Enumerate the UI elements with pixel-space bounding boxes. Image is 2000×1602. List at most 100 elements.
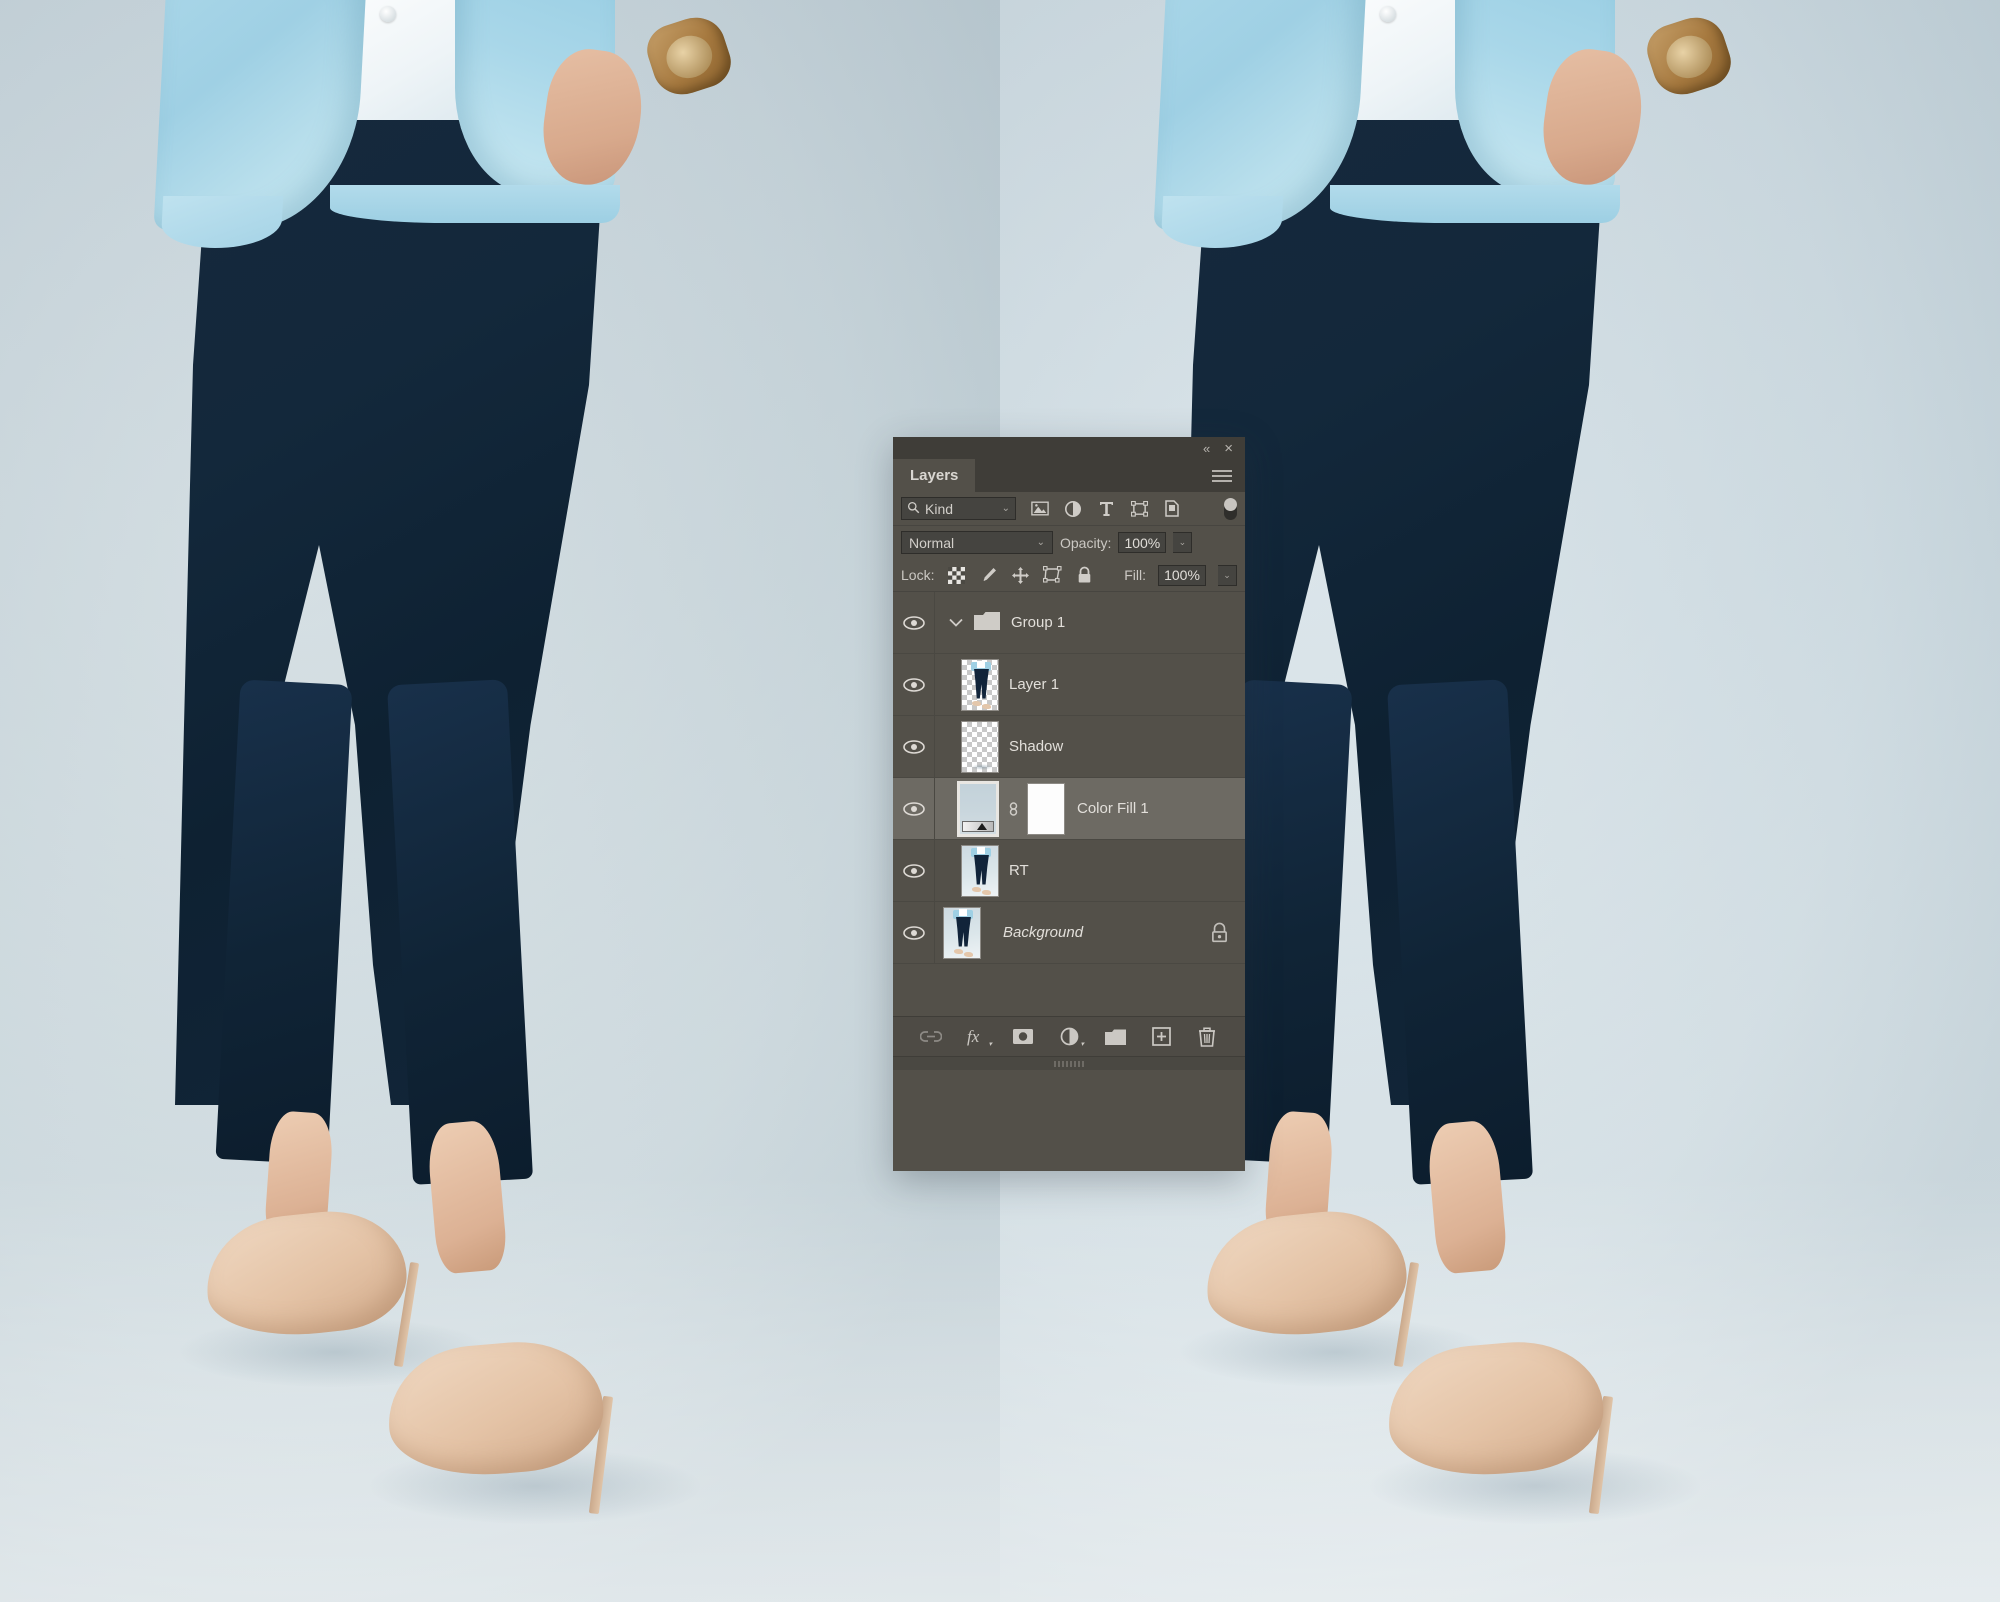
layers-panel-footer: fx ▾ ▾ bbox=[893, 1016, 1245, 1056]
table-row[interactable]: Background bbox=[893, 902, 1245, 964]
before-photo bbox=[0, 0, 1000, 1602]
table-row[interactable]: Group 1 bbox=[893, 592, 1245, 654]
panel-tabstrip: Layers bbox=[893, 459, 1245, 492]
layer-locked-icon[interactable] bbox=[1210, 922, 1229, 943]
lock-image-pixels-icon[interactable] bbox=[978, 565, 998, 585]
new-group-button[interactable] bbox=[1103, 1025, 1127, 1049]
filter-type-layers-icon[interactable] bbox=[1096, 499, 1116, 519]
layer-styles-button[interactable]: fx ▾ bbox=[965, 1025, 992, 1049]
filter-shape-layers-icon[interactable] bbox=[1129, 499, 1149, 519]
layer-row-body[interactable]: Layer 1 bbox=[935, 654, 1245, 715]
grip-line bbox=[1066, 1060, 1068, 1067]
add-layer-mask-button[interactable] bbox=[1011, 1025, 1035, 1049]
layer-row-body[interactable]: Group 1 bbox=[935, 592, 1245, 653]
table-row[interactable]: RT bbox=[893, 840, 1245, 902]
chevron-down-icon[interactable] bbox=[949, 615, 963, 630]
layers-panel: « × Layers Kind ⌄ Normal ⌄ Opacity: 100%… bbox=[893, 437, 1245, 1171]
thumb-tee bbox=[959, 908, 967, 916]
layer-visibility-toggle[interactable] bbox=[893, 592, 935, 653]
layer-row-body[interactable]: Shadow bbox=[935, 716, 1245, 777]
layer-name[interactable]: Group 1 bbox=[1011, 614, 1065, 631]
caret-down-icon: ▾ bbox=[1080, 1040, 1084, 1048]
fill-input[interactable]: 100% bbox=[1158, 564, 1206, 586]
opacity-stepper[interactable]: ⌄ bbox=[1173, 532, 1193, 553]
layer-name[interactable]: Shadow bbox=[1009, 738, 1063, 755]
fill-layer-thumbnail[interactable] bbox=[957, 780, 999, 837]
layer-row-body[interactable]: Color Fill 1 bbox=[935, 778, 1245, 839]
grip-line bbox=[1054, 1060, 1056, 1067]
thumb-pants bbox=[974, 668, 989, 699]
layer-name[interactable]: RT bbox=[1009, 862, 1029, 879]
gradient-bar bbox=[962, 820, 994, 832]
trouser-leg-left bbox=[215, 679, 353, 1165]
caret-down-icon: ▾ bbox=[988, 1040, 992, 1048]
filter-smart-object-icon[interactable] bbox=[1162, 499, 1182, 519]
filter-enable-toggle[interactable] bbox=[1224, 497, 1237, 520]
layer-visibility-toggle[interactable] bbox=[893, 902, 935, 963]
new-layer-button[interactable] bbox=[1149, 1025, 1173, 1049]
link-mask-icon[interactable] bbox=[1005, 799, 1021, 819]
layer-name[interactable]: Background bbox=[1003, 924, 1083, 941]
thumb-tee bbox=[977, 660, 985, 668]
fill-stepper[interactable]: ⌄ bbox=[1218, 564, 1237, 586]
opacity-input[interactable]: 100% bbox=[1118, 532, 1167, 553]
layer-visibility-toggle[interactable] bbox=[893, 840, 935, 901]
layer-thumbnail[interactable] bbox=[961, 844, 999, 897]
filter-pixel-layers-icon[interactable] bbox=[1030, 499, 1050, 519]
shirt-button bbox=[1380, 6, 1396, 22]
layer-list[interactable]: Group 1 Layer 1 Shadow Color Fill 1 RT B… bbox=[893, 592, 1245, 1016]
lock-position-icon[interactable] bbox=[1010, 565, 1030, 585]
close-panel-icon[interactable]: × bbox=[1224, 441, 1233, 456]
new-adjustment-layer-button[interactable]: ▾ bbox=[1057, 1025, 1084, 1049]
shirt-button bbox=[380, 6, 396, 22]
layer-name[interactable]: Layer 1 bbox=[1009, 676, 1059, 693]
thumb-tee bbox=[977, 846, 985, 854]
filter-kind-select[interactable]: Kind ⌄ bbox=[901, 497, 1016, 520]
hamburger-line bbox=[1212, 479, 1232, 482]
svg-text:fx: fx bbox=[967, 1027, 980, 1046]
hamburger-line bbox=[1212, 474, 1232, 477]
blend-mode-select[interactable]: Normal ⌄ bbox=[901, 531, 1053, 554]
filter-type-icons bbox=[1030, 499, 1182, 519]
chevron-down-icon: ⌄ bbox=[1001, 503, 1010, 514]
panel-menu-icon[interactable] bbox=[1199, 459, 1245, 492]
layer-visibility-toggle[interactable] bbox=[893, 654, 935, 715]
link-layers-button[interactable] bbox=[919, 1025, 943, 1049]
layer-row-body[interactable]: Background bbox=[935, 902, 1245, 963]
table-row[interactable]: Layer 1 bbox=[893, 654, 1245, 716]
layer-thumbnail[interactable] bbox=[943, 906, 981, 959]
tab-layers[interactable]: Layers bbox=[893, 459, 976, 492]
lock-transparent-pixels-icon[interactable] bbox=[946, 565, 966, 585]
layer-thumbnail[interactable] bbox=[961, 658, 999, 711]
grip-line bbox=[1078, 1060, 1080, 1067]
layer-visibility-toggle[interactable] bbox=[893, 778, 935, 839]
layer-thumbnail[interactable] bbox=[961, 720, 999, 773]
layer-row-body[interactable]: RT bbox=[935, 840, 1245, 901]
thumb-shoe bbox=[972, 700, 981, 706]
panel-resize-grip[interactable] bbox=[893, 1056, 1245, 1070]
grip-line bbox=[1058, 1060, 1060, 1067]
eye-icon bbox=[902, 801, 925, 816]
layer-mask-thumbnail[interactable] bbox=[1027, 782, 1065, 835]
layer-visibility-toggle[interactable] bbox=[893, 716, 935, 777]
grip-line bbox=[1062, 1060, 1064, 1067]
panel-titlebar: « × bbox=[893, 437, 1245, 459]
eye-icon bbox=[902, 925, 925, 940]
blend-mode-value: Normal bbox=[909, 534, 955, 551]
chevron-down-icon: ⌄ bbox=[1036, 537, 1045, 548]
thumb-shoe bbox=[964, 951, 973, 957]
table-row[interactable]: Color Fill 1 bbox=[893, 778, 1245, 840]
layer-name[interactable]: Color Fill 1 bbox=[1077, 800, 1149, 817]
table-row[interactable]: Shadow bbox=[893, 716, 1245, 778]
collapse-panel-icon[interactable]: « bbox=[1203, 442, 1210, 455]
lock-all-icon[interactable] bbox=[1074, 565, 1094, 585]
fill-label: Fill: bbox=[1124, 567, 1146, 583]
blend-opacity-bar: Normal ⌄ Opacity: 100% ⌄ bbox=[893, 526, 1245, 559]
grip-line bbox=[1070, 1060, 1072, 1067]
filter-adjustment-layers-icon[interactable] bbox=[1063, 499, 1083, 519]
lock-artboard-nesting-icon[interactable] bbox=[1042, 565, 1062, 585]
lock-label: Lock: bbox=[901, 567, 935, 583]
wristwatch bbox=[640, 9, 738, 103]
delete-layer-button[interactable] bbox=[1195, 1025, 1219, 1049]
eye-icon bbox=[902, 863, 925, 878]
